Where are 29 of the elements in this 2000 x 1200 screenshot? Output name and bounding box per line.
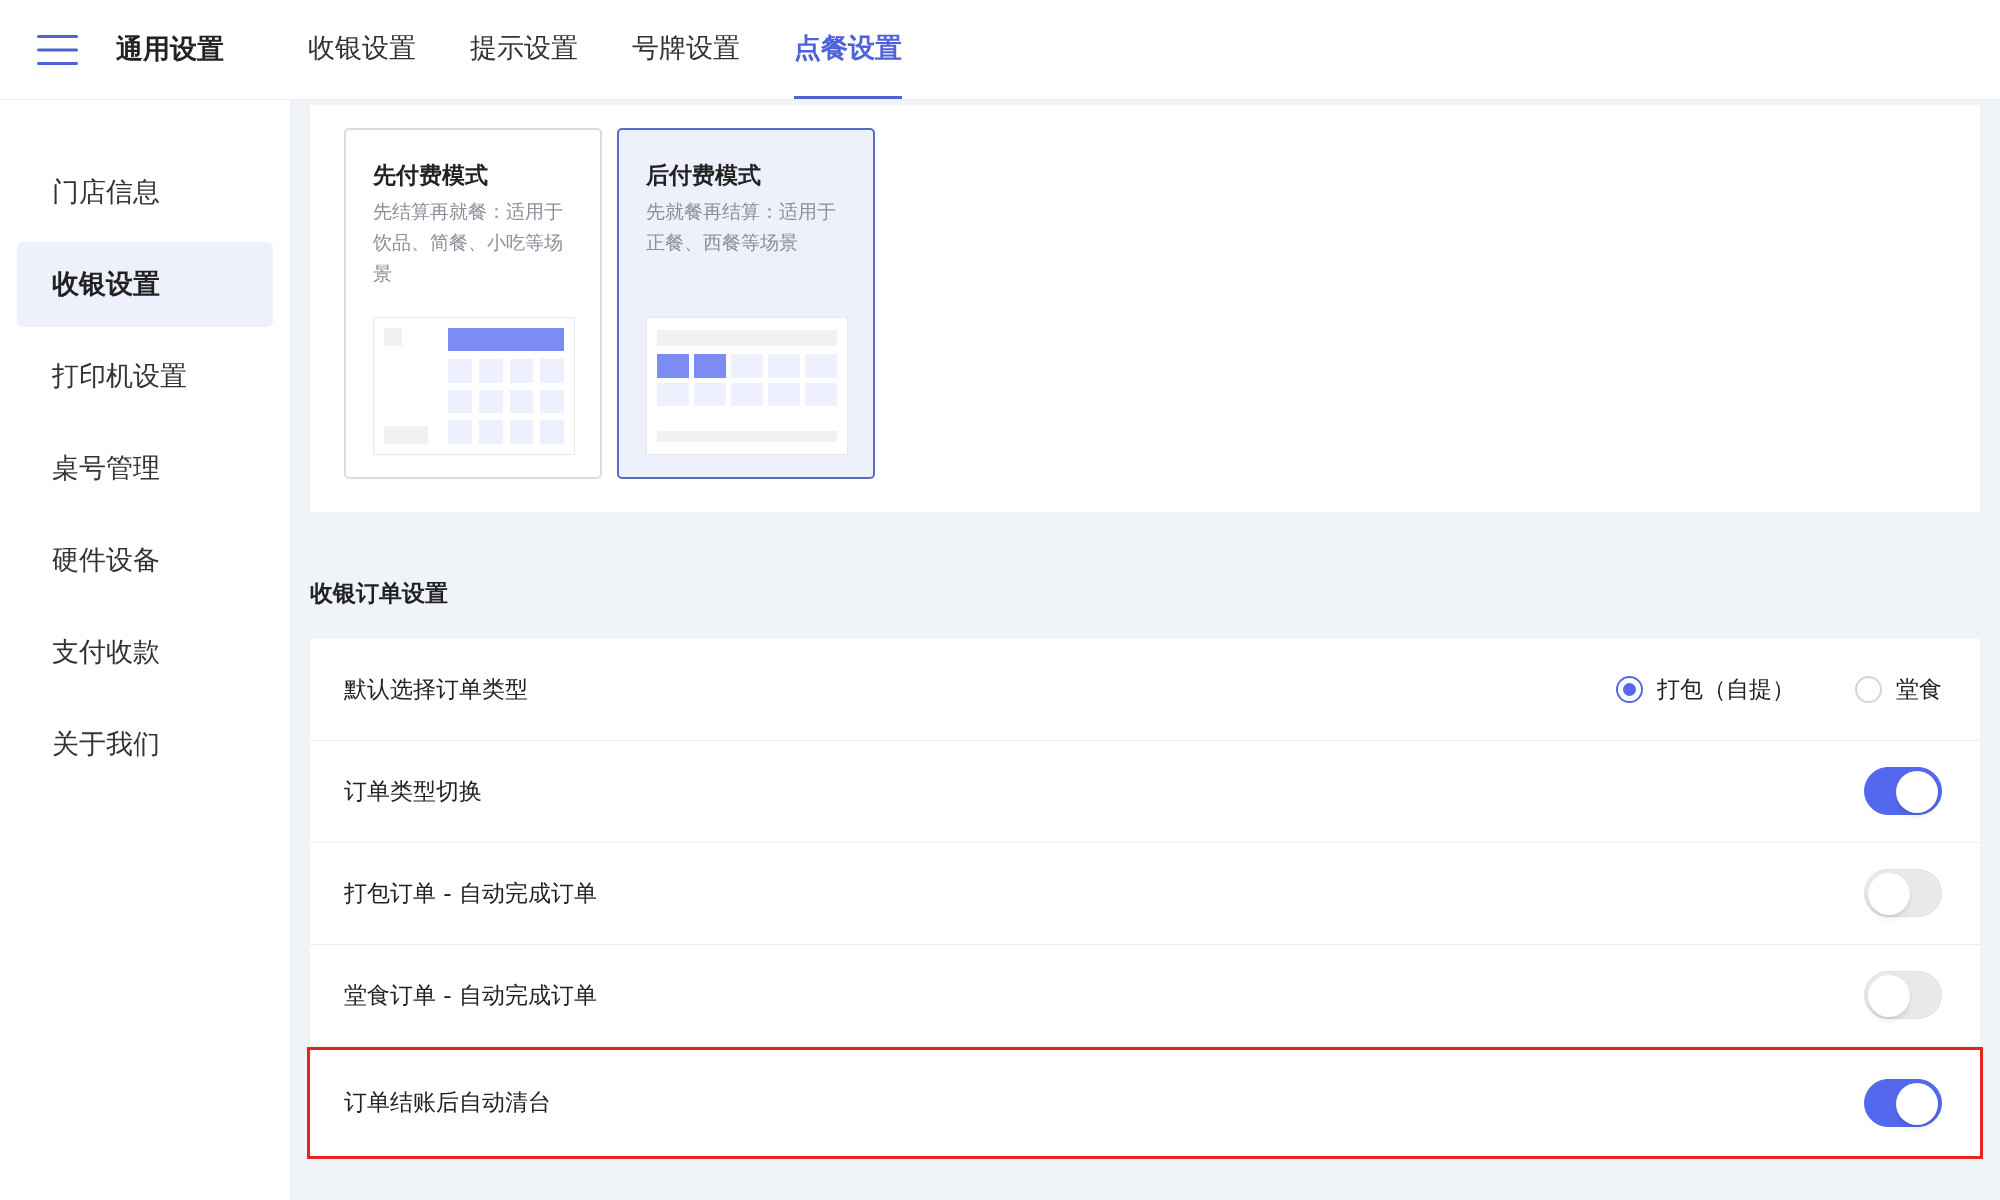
sidebar-item[interactable]: 门店信息	[17, 150, 273, 235]
page-title: 通用设置	[116, 32, 224, 67]
setting-label: 订单结账后自动清台	[344, 1088, 551, 1118]
mode-card[interactable]: 先付费模式 先结算再就餐：适用于饮品、简餐、小吃等场景	[344, 128, 602, 479]
radio-option[interactable]: 堂食	[1855, 671, 1942, 707]
radio-button[interactable]	[1616, 675, 1643, 703]
toggle-switch[interactable]	[1864, 1078, 1942, 1127]
setting-label: 默认选择订单类型	[344, 674, 528, 704]
setting-label: 堂食订单 - 自动完成订单	[344, 980, 597, 1010]
setting-label: 订单类型切换	[344, 776, 482, 806]
mode-title: 后付费模式	[646, 161, 762, 190]
section-title: 收银订单设置	[310, 579, 449, 608]
sidebar-item[interactable]: 硬件设备	[17, 518, 273, 603]
mode-description: 先结算再就餐：适用于饮品、简餐、小吃等场景	[373, 200, 564, 286]
radio-option[interactable]: 打包（自提）	[1616, 671, 1795, 707]
sidebar-item[interactable]: 关于我们	[17, 702, 273, 787]
mode-card[interactable]: 后付费模式 先就餐再结算：适用于正餐、西餐等场景	[617, 128, 875, 479]
sidebar-item[interactable]: 支付收款	[17, 610, 273, 695]
mode-description: 先就餐再结算：适用于正餐、西餐等场景	[646, 200, 837, 255]
sidebar-item[interactable]: 打印机设置	[17, 334, 273, 419]
tab[interactable]: 收银设置	[308, 0, 416, 99]
sidebar-item[interactable]: 收银设置	[17, 242, 273, 327]
sidebar-item[interactable]: 桌号管理	[17, 426, 273, 511]
setting-label: 打包订单 - 自动完成订单	[344, 878, 597, 908]
mode-title: 先付费模式	[373, 161, 489, 190]
menu-icon[interactable]	[37, 33, 78, 66]
tab[interactable]: 提示设置	[470, 0, 578, 99]
tab[interactable]: 号牌设置	[632, 0, 740, 99]
toggle-switch[interactable]	[1864, 767, 1942, 815]
